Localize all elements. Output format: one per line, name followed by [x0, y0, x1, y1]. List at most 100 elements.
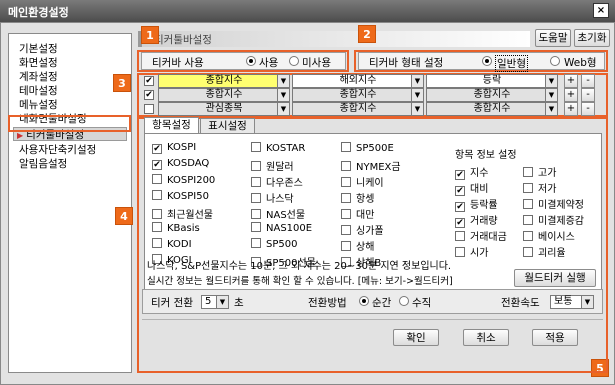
item-shanghai[interactable]: 상해	[341, 238, 374, 253]
item-nas100e[interactable]: NAS100E	[251, 222, 312, 234]
info-index[interactable]: ✔ 지수	[455, 164, 488, 180]
item-nymex-gold[interactable]: NYMEX금	[341, 158, 401, 173]
info-volume[interactable]: ✔ 거래량	[455, 212, 498, 228]
item-near-futures[interactable]: 최근월선물	[152, 206, 213, 221]
info-basis[interactable]: 베이시스	[523, 228, 575, 243]
item-kospi[interactable]: ✔ KOSPI	[152, 142, 196, 154]
checkbox[interactable]	[341, 241, 351, 251]
row-3-add-button[interactable]: +	[564, 102, 578, 116]
row-1-remove-button[interactable]: -	[581, 74, 595, 88]
row-1-combo-3[interactable]: 등락 ▼	[426, 74, 558, 88]
checkbox[interactable]: ✔	[455, 218, 465, 228]
item-nas-futures[interactable]: NAS선물	[251, 206, 305, 221]
item-dow[interactable]: 다우존스	[251, 174, 303, 189]
checkbox[interactable]	[523, 247, 533, 257]
sidebar-item-theme[interactable]: 테마설정	[19, 84, 58, 98]
item-taiwan[interactable]: 대만	[341, 206, 374, 221]
checkbox[interactable]	[251, 209, 261, 219]
checkbox[interactable]	[341, 142, 351, 152]
checkbox[interactable]	[341, 225, 351, 235]
item-nikkei[interactable]: 니케이	[341, 174, 384, 189]
checkbox[interactable]	[523, 231, 533, 241]
row-1-add-button[interactable]: +	[564, 74, 578, 88]
row-3-combo-1[interactable]: 관심종목 ▼	[158, 102, 290, 116]
switch-interval-select[interactable]: 5 ▼	[201, 295, 229, 309]
tab-display-settings[interactable]: 표시설정	[200, 118, 255, 134]
checkbox[interactable]	[251, 161, 261, 171]
item-sp500e[interactable]: SP500E	[341, 142, 394, 154]
checkbox[interactable]	[341, 161, 351, 171]
checkbox[interactable]	[152, 190, 162, 200]
item-kostar[interactable]: KOSTAR	[251, 142, 305, 154]
checkbox[interactable]	[251, 238, 261, 248]
info-change-rate[interactable]: ✔ 등락률	[455, 196, 498, 212]
checkbox[interactable]	[341, 193, 351, 203]
row-3-combo-3[interactable]: 종합지수 ▼	[426, 102, 558, 116]
speed-select[interactable]: 보통 ▼	[550, 295, 594, 309]
item-kospi50[interactable]: KOSPI50	[152, 190, 209, 202]
ticker-use-on-radio[interactable]	[246, 56, 256, 66]
item-singapore[interactable]: 싱가폴	[341, 222, 384, 237]
row-2-remove-button[interactable]: -	[581, 88, 595, 102]
method-vertical-radio[interactable]	[399, 296, 409, 306]
info-amount[interactable]: 거래대금	[455, 228, 507, 243]
checkbox[interactable]	[251, 142, 261, 152]
checkbox[interactable]	[523, 199, 533, 209]
item-kospi200[interactable]: KOSPI200	[152, 174, 215, 186]
checkbox[interactable]	[152, 209, 162, 219]
ok-button[interactable]: 확인	[393, 329, 439, 346]
row-3-checkbox[interactable]	[144, 104, 154, 114]
tab-item-settings[interactable]: 항목설정	[144, 117, 199, 134]
info-high[interactable]: 고가	[523, 164, 556, 179]
checkbox[interactable]: ✔	[455, 202, 465, 212]
item-kosdaq[interactable]: ✔ KOSDAQ	[152, 158, 209, 170]
sidebar-item-shortcut[interactable]: 사용자단축키설정	[19, 143, 96, 157]
world-ticker-button[interactable]: 월드티커 실행	[514, 269, 596, 287]
info-low[interactable]: 저가	[523, 180, 556, 195]
reset-button[interactable]: 초기화	[574, 29, 610, 47]
info-open[interactable]: 시가	[455, 244, 488, 259]
item-kodi[interactable]: KODI	[152, 238, 192, 250]
checkbox[interactable]	[523, 167, 533, 177]
row-2-checkbox[interactable]: ✔	[144, 90, 154, 100]
row-2-combo-3[interactable]: 종합지수 ▼	[426, 88, 558, 102]
checkbox[interactable]	[152, 238, 162, 248]
row-2-combo-2[interactable]: 종합지수 ▼	[292, 88, 424, 102]
ticker-type-normal-radio[interactable]	[482, 56, 492, 66]
method-instant-radio[interactable]	[359, 296, 369, 306]
checkbox[interactable]	[152, 222, 162, 232]
row-1-checkbox[interactable]: ✔	[144, 76, 154, 86]
info-disparity[interactable]: 괴리율	[523, 244, 566, 259]
apply-button[interactable]: 적용	[532, 329, 578, 346]
ticker-type-web-radio[interactable]	[550, 56, 560, 66]
checkbox[interactable]	[523, 215, 533, 225]
sidebar-item-account[interactable]: 계좌설정	[19, 70, 58, 84]
checkbox[interactable]	[455, 247, 465, 257]
checkbox[interactable]: ✔	[455, 186, 465, 196]
row-1-combo-2[interactable]: 해외지수 ▼	[292, 74, 424, 88]
checkbox[interactable]	[152, 174, 162, 184]
sidebar-item-alarm[interactable]: 알림음설정	[19, 157, 67, 171]
row-1-combo-1[interactable]: 종합지수 ▼	[158, 74, 290, 88]
row-3-remove-button[interactable]: -	[581, 102, 595, 116]
item-hangseng[interactable]: 항셍	[341, 190, 374, 205]
cancel-button[interactable]: 취소	[463, 329, 509, 346]
item-sp500[interactable]: SP500	[251, 238, 297, 250]
checkbox[interactable]	[251, 193, 261, 203]
row-2-combo-1[interactable]: 종합지수 ▼	[158, 88, 290, 102]
checkbox[interactable]	[341, 177, 351, 187]
item-usdkrw[interactable]: 원달러	[251, 158, 294, 173]
info-change[interactable]: ✔ 대비	[455, 180, 488, 196]
info-oi-change[interactable]: 미결제증감	[523, 212, 584, 227]
checkbox[interactable]	[523, 183, 533, 193]
ticker-use-off-radio[interactable]	[289, 56, 299, 66]
info-open-interest[interactable]: 미결제약정	[523, 196, 584, 211]
row-2-add-button[interactable]: +	[564, 88, 578, 102]
item-kbasis[interactable]: KBasis	[152, 222, 200, 234]
checkbox[interactable]: ✔	[152, 144, 162, 154]
sidebar-item-basic[interactable]: 기본설정	[19, 42, 58, 56]
checkbox[interactable]	[455, 231, 465, 241]
checkbox[interactable]	[251, 222, 261, 232]
item-nasdaq[interactable]: 나스닥	[251, 190, 294, 205]
checkbox[interactable]: ✔	[455, 170, 465, 180]
